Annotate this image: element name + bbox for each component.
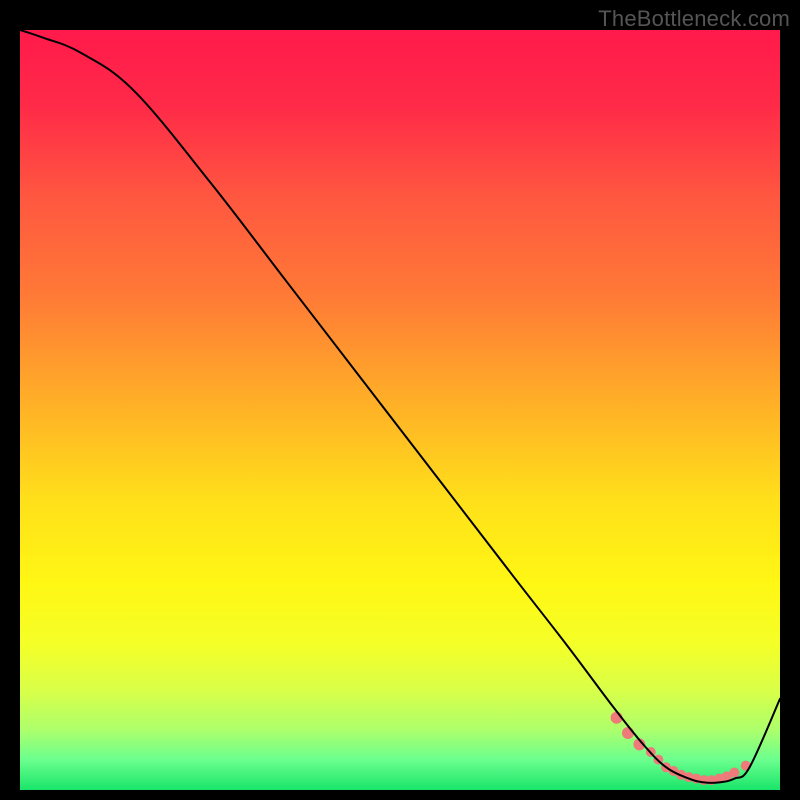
marker-dot — [729, 768, 739, 778]
chart-svg — [20, 30, 780, 790]
marker-dot — [622, 727, 634, 739]
gradient-background — [20, 30, 780, 790]
watermark-text: TheBottleneck.com — [598, 6, 790, 32]
plot-area — [20, 30, 780, 790]
chart-container: TheBottleneck.com — [0, 0, 800, 800]
